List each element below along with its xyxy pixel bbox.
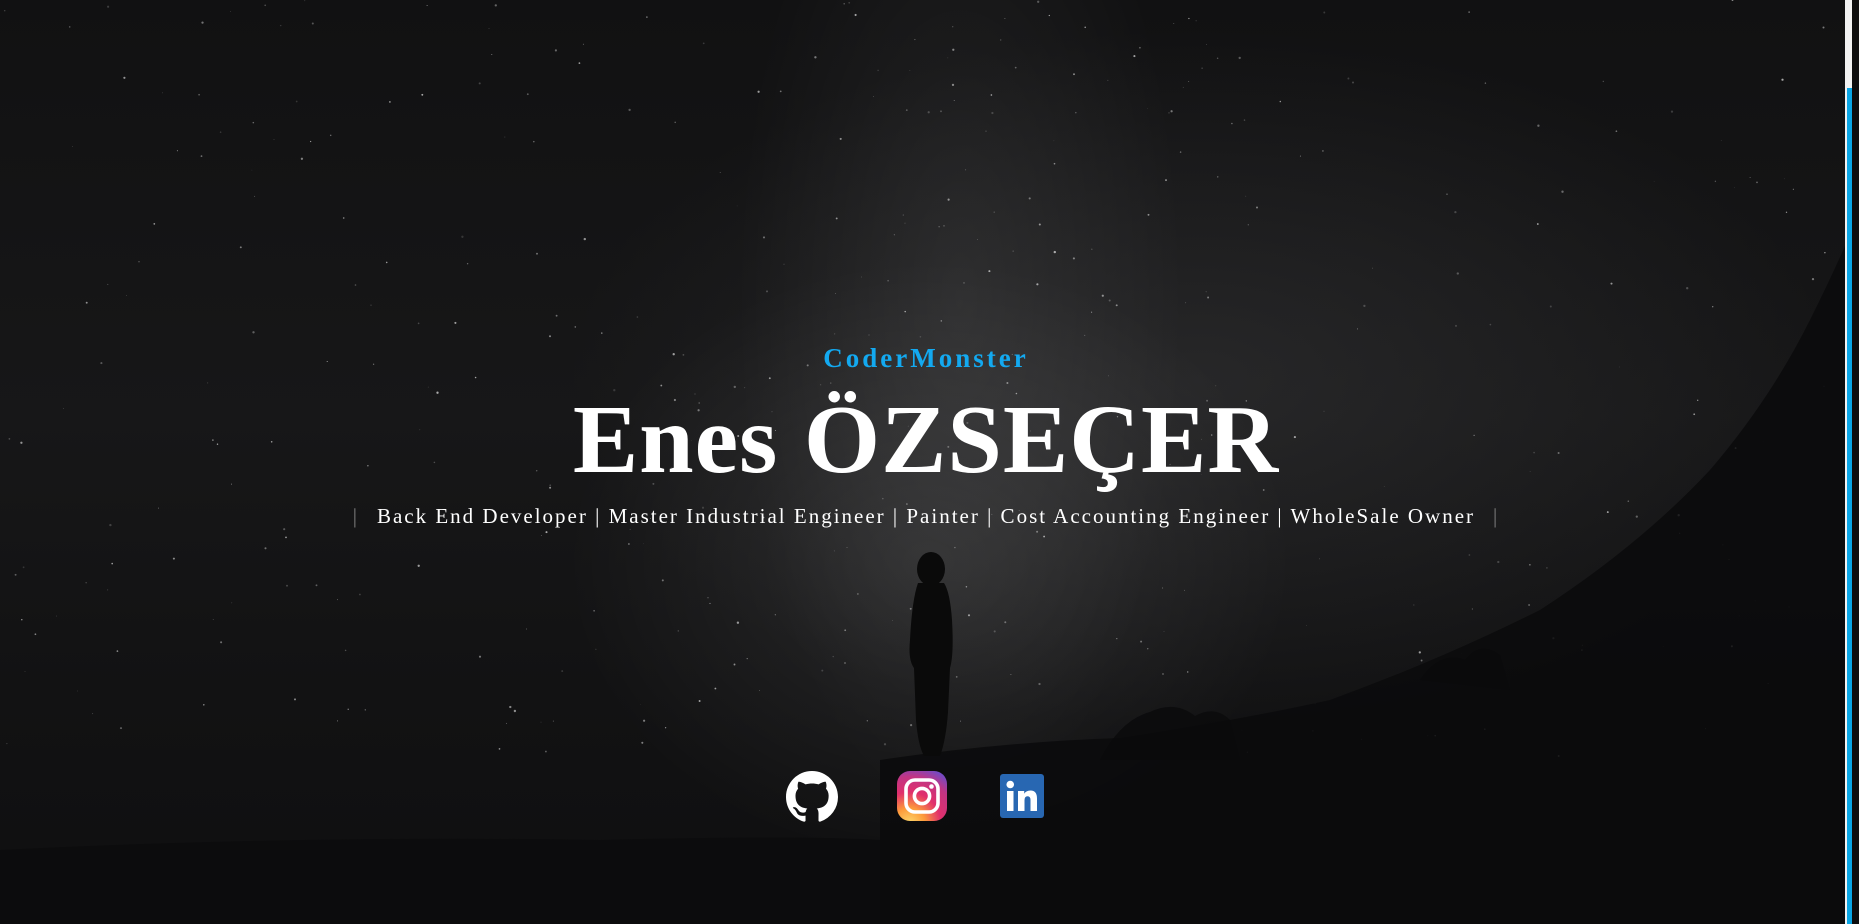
instagram-link[interactable] [896,770,952,826]
hero-content: CoderMonster Enes ÖZSEÇER | Back End Deve… [0,0,1852,924]
github-link[interactable] [786,771,842,827]
linkedin-link[interactable] [1000,774,1056,830]
roles-line: | Back End Developer | Master Industrial … [0,504,1852,529]
brand-name: CoderMonster [823,343,1029,373]
github-icon [786,771,842,823]
roles-separator-right: | [1493,504,1500,528]
page-title: Enes ÖZSEÇER [572,386,1280,494]
social-links [0,771,1852,827]
roles-separator-left: | [352,504,359,528]
hero-background: CoderMonster Enes ÖZSEÇER | Back End Deve… [0,0,1852,924]
roles-text: Back End Developer | Master Industrial E… [376,504,1476,528]
instagram-icon [896,770,952,822]
linkedin-icon [1000,774,1056,818]
